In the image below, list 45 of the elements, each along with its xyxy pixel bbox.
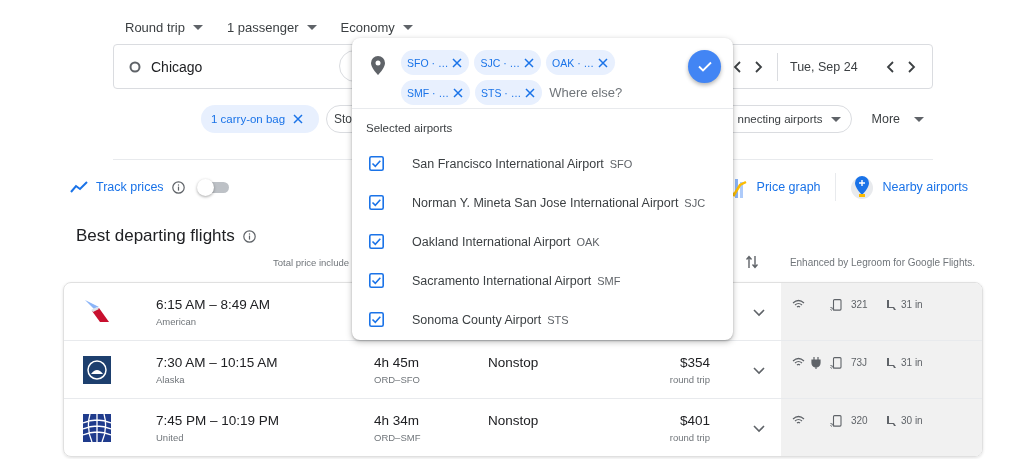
- flight-price: $401: [678, 412, 710, 428]
- aircraft-code: 321: [851, 299, 869, 310]
- legroom-text: 31 in: [901, 299, 923, 310]
- airport-option[interactable]: San Francisco International Airport SFO: [352, 144, 733, 183]
- section-label: Selected airports: [365, 121, 454, 136]
- price-note: Total price include: [273, 256, 350, 268]
- airline-name: Alaska: [156, 373, 186, 385]
- airport-option[interactable]: Sonoma County Airport STS: [352, 300, 733, 339]
- price-type: round trip: [668, 431, 710, 443]
- tool-link[interactable]: Nearby airports: [849, 174, 968, 200]
- airport-chip[interactable]: STS · …: [475, 80, 543, 105]
- stops-text: Nonstop: [488, 355, 540, 370]
- airline-name: United: [156, 431, 185, 443]
- price-type: round trip: [668, 373, 710, 385]
- legroom-text: 31 in: [901, 357, 923, 368]
- flight-duration: 4h 45m: [374, 354, 421, 370]
- flight-duration: 4h 34m: [374, 412, 421, 428]
- airport-option[interactable]: Oakland International Airport OAK: [352, 222, 733, 261]
- airport-chip[interactable]: OAK · …: [546, 50, 616, 75]
- airport-option[interactable]: Sacramento International Airport SMF: [352, 261, 733, 300]
- track-prices-link[interactable]: Track prices: [96, 180, 164, 194]
- flight-price: $354: [678, 354, 710, 370]
- legroom-text: 30 in: [901, 415, 923, 426]
- airport-chip[interactable]: SFO · …: [401, 50, 470, 75]
- airport-chip[interactable]: SJC · …: [474, 50, 542, 75]
- origin-field[interactable]: Chicago: [114, 58, 329, 75]
- filter-chip[interactable]: More: [867, 105, 924, 133]
- trip-option-dropdown[interactable]: Round trip: [125, 17, 203, 37]
- route-text: ORD–SMF: [374, 431, 422, 443]
- airport-chip[interactable]: SMF · …: [401, 80, 470, 105]
- section-heading: Best departing flights: [76, 226, 235, 246]
- airline-name: American: [156, 315, 198, 327]
- return-date-field[interactable]: Tue, Sep 24: [790, 59, 882, 74]
- aircraft-code: 320: [851, 415, 869, 426]
- flight-times: 7:45 PM – 10:19 PM: [156, 412, 281, 428]
- flight-times: 6:15 AM – 8:49 AM: [156, 296, 272, 312]
- filter-chip[interactable]: 1 carry-on bag: [201, 105, 319, 133]
- legroom-credit: Enhanced by Legroom for Google Flights.: [789, 256, 975, 268]
- trip-option-dropdown[interactable]: Economy: [340, 17, 413, 37]
- aircraft-code: 73J: [851, 357, 869, 368]
- flight-times: 7:30 AM – 10:15 AM: [156, 354, 279, 370]
- airport-option[interactable]: Norman Y. Mineta San Jose International Airport SJC: [352, 183, 733, 222]
- stops-text: Nonstop: [488, 413, 540, 428]
- route-text: ORD–SFO: [374, 373, 421, 385]
- trip-option-dropdown[interactable]: 1 passenger: [227, 17, 317, 37]
